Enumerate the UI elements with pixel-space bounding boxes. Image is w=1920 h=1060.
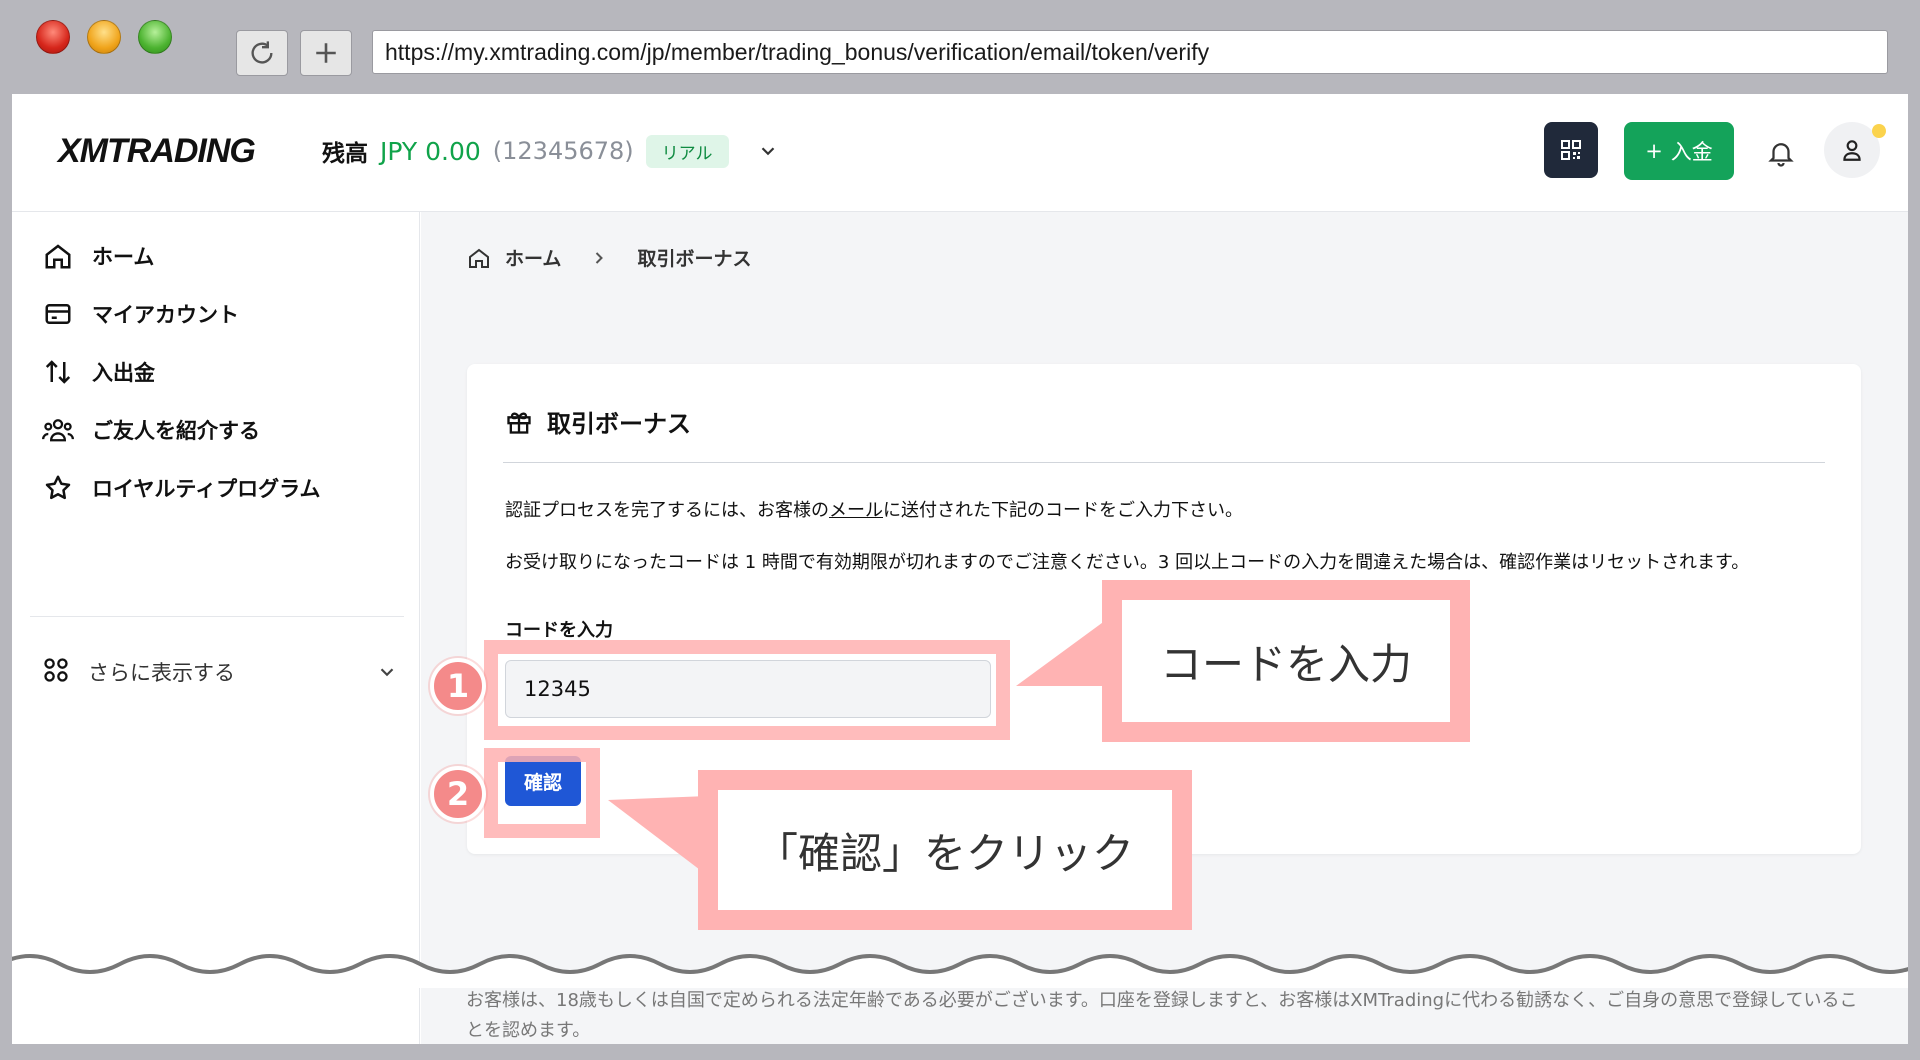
callout-enter-code: コードを入力 (1102, 580, 1470, 742)
grid-icon (44, 657, 68, 682)
footer-disclaimer: お客様は、18歳もしくは自国で定められる法定年齢である必要がございます。口座を登… (466, 990, 1858, 1041)
breadcrumb: ホーム 取引ボーナス (467, 244, 751, 271)
card-title: 取引ボーナス (505, 404, 691, 439)
gift-icon (507, 412, 531, 434)
sidebar-item-label: ホーム (92, 245, 155, 269)
window-close-button[interactable] (36, 20, 70, 54)
browser-chrome: https://my.xmtrading.com/jp/member/tradi… (0, 0, 1920, 94)
notification-dot (1872, 124, 1886, 138)
breadcrumb-current: 取引ボーナス (637, 248, 752, 270)
highlight-confirm-button (484, 748, 600, 838)
plus-icon: + (1645, 139, 1663, 163)
card-title-text: 取引ボーナス (547, 410, 691, 438)
qr-code-button[interactable] (1544, 122, 1598, 178)
page-cut-wave (12, 954, 1908, 988)
highlight-code-input (484, 640, 1010, 740)
transfer-icon (45, 360, 71, 384)
callout-1-tail (1016, 620, 1106, 686)
window-maximize-button[interactable] (138, 20, 172, 54)
sidebar-item-label: ご友人を紹介する (92, 419, 260, 443)
account-number: (12345678) (492, 137, 634, 165)
top-header: XMTRADING 残高 JPY 0.00 (12345678) リアル + 入… (12, 94, 1908, 212)
callout-click-confirm: 「確認」をクリック (698, 770, 1192, 930)
users-icon (42, 419, 74, 442)
chevron-down-icon (380, 668, 394, 677)
balance-label: 残高 (322, 141, 368, 167)
callout-2-tail (608, 796, 708, 876)
balance-amount: JPY 0.00 (380, 136, 481, 166)
qr-code-icon (1561, 140, 1581, 160)
step-2-badge: 2 (430, 766, 486, 822)
breadcrumb-home[interactable]: ホーム (505, 244, 561, 271)
reload-button[interactable] (236, 30, 288, 76)
sidebar-item-loyalty-program[interactable]: ロイヤルティプログラム (42, 468, 320, 508)
card-divider (503, 462, 1825, 463)
card-icon (45, 304, 71, 324)
sidebar-item-label: マイアカウント (92, 303, 239, 327)
code-input-label: コードを入力 (505, 620, 613, 641)
account-type-badge: リアル (645, 134, 729, 168)
bell-icon (1768, 143, 1794, 167)
sidebar-item-home[interactable]: ホーム (42, 236, 154, 276)
deposit-label: 入金 (1670, 140, 1713, 164)
sidebar-item-refer-friends[interactable]: ご友人を紹介する (42, 410, 260, 450)
reload-icon (251, 41, 273, 64)
home-icon[interactable] (467, 246, 491, 270)
step-1-badge: 1 (430, 658, 486, 714)
star-icon (45, 475, 71, 500)
sidebar-item-deposit-withdraw[interactable]: 入出金 (42, 352, 155, 392)
balance-selector[interactable]: 残高 JPY 0.00 (12345678) リアル (322, 134, 779, 168)
sidebar-item-my-account[interactable]: マイアカウント (42, 294, 239, 334)
instruction-text: 認証プロセスを完了するには、お客様のメールに送付された下記のコードをご入力下さい… (505, 500, 1243, 521)
plus-icon (316, 43, 336, 63)
sidebar-more-label: さらに表示する (88, 661, 235, 685)
address-bar[interactable]: https://my.xmtrading.com/jp/member/tradi… (372, 30, 1888, 74)
email-link[interactable]: メール (829, 500, 883, 521)
sidebar-divider (30, 616, 404, 617)
chevron-right-icon (596, 251, 604, 264)
window-minimize-button[interactable] (87, 20, 121, 54)
xmtrading-logo[interactable]: XMTRADING (58, 132, 256, 171)
sidebar-item-label: 入出金 (92, 361, 155, 385)
new-tab-button[interactable] (300, 30, 352, 76)
sidebar-item-label: ロイヤルティプログラム (92, 477, 321, 501)
deposit-button[interactable]: + 入金 (1624, 122, 1734, 180)
notifications-button[interactable] (1764, 136, 1798, 170)
chevron-down-icon[interactable] (757, 140, 779, 162)
sidebar-show-more[interactable]: さらに表示する (42, 652, 398, 692)
expiry-notice: お受け取りになったコードは 1 時間で有効期限が切れますのでご注意ください。3 … (505, 552, 1750, 573)
sidebar: ホーム マイアカウント 入出金 ご友人を紹介する ロイヤルティプログラム さらに… (12, 212, 420, 1044)
user-icon (1843, 140, 1861, 161)
home-icon (45, 244, 71, 269)
